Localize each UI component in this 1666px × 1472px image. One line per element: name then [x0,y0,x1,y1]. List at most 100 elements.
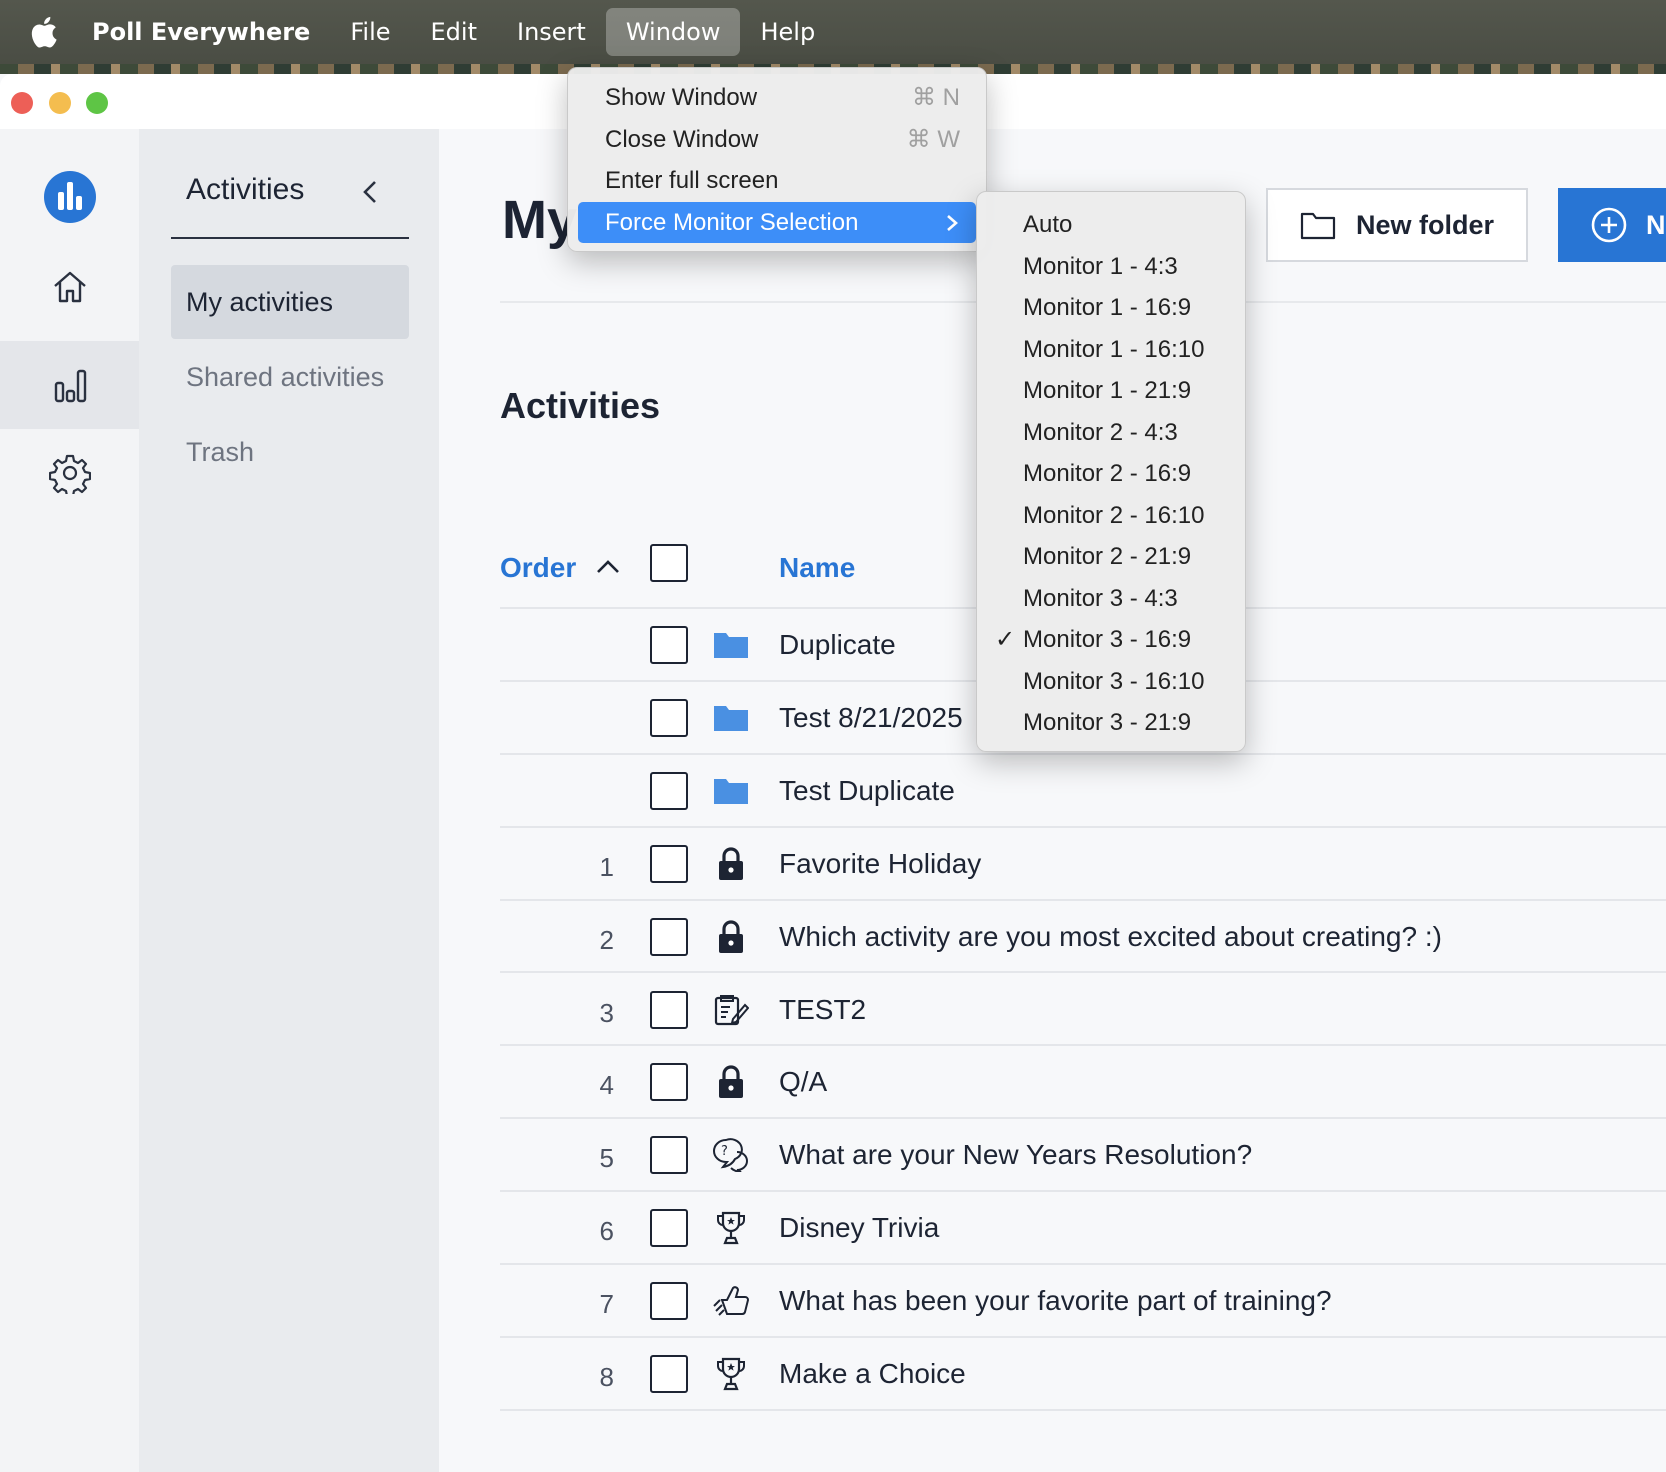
monitor-option[interactable]: Monitor 1 - 16:9 [977,287,1245,329]
monitor-option[interactable]: Monitor 2 - 16:10 [977,495,1245,537]
table-row[interactable]: 5? What are your New Years Resolution? [500,1119,1666,1193]
menu-window[interactable]: Window [605,8,741,56]
sidebar-item-shared-activities[interactable]: Shared activities [171,340,409,414]
monitor-option[interactable]: Monitor 1 - 16:10 [977,329,1245,371]
svg-text:?: ? [721,1144,728,1159]
monitor-option-label: Monitor 2 - 21:9 [1023,543,1192,570]
close-window-button[interactable] [11,92,33,114]
window-menu-dropdown: Show Window ⌘ N Close Window ⌘ W Enter f… [567,67,987,252]
monitor-option-label: Auto [1023,211,1073,238]
row-name[interactable]: Duplicate [779,629,896,661]
table-row[interactable]: 4 Q/A [500,1046,1666,1120]
row-checkbox[interactable] [650,844,688,883]
row-name[interactable]: Make a Choice [779,1358,966,1390]
menu-item-label: Close Window [605,125,759,153]
menu-item-label: Force Monitor Selection [605,208,859,236]
table-row[interactable]: 3 TEST2 [500,974,1666,1047]
menu-insert[interactable]: Insert [497,8,606,56]
table-row[interactable]: 6 Disney Trivia [500,1192,1666,1266]
sidebar-item-trash[interactable]: Trash [171,415,409,489]
apple-icon[interactable] [28,15,58,49]
row-checkbox[interactable] [650,771,688,810]
new-folder-label: New folder [1356,209,1495,240]
row-name[interactable]: Test Duplicate [779,775,955,807]
rail-home[interactable] [0,257,139,317]
monitor-option-label: Monitor 3 - 16:9 [1023,626,1192,653]
app-window: Activities My activities Shared activiti… [0,74,1666,1472]
activities-icon [54,369,86,403]
row-checkbox[interactable] [650,626,688,664]
monitor-option[interactable]: Monitor 3 - 16:10 [977,661,1245,703]
table-row[interactable]: 2 Which activity are you most excited abo… [500,901,1666,974]
table-row[interactable]: Test Duplicate [500,755,1666,828]
row-checkbox[interactable] [650,1209,688,1248]
minimize-window-button[interactable] [49,92,71,114]
row-checkbox[interactable] [650,990,688,1029]
monitor-option-label: Monitor 1 - 4:3 [1023,252,1178,280]
menu-item-show-window[interactable]: Show Window ⌘ N [578,77,976,119]
row-name[interactable]: Q/A [779,1066,827,1098]
thumbs-icon [710,1281,752,1321]
row-checkbox[interactable] [650,1282,688,1321]
plus-circle-icon [1591,207,1627,243]
row-order: 2 [599,924,614,955]
row-checkbox[interactable] [650,1355,688,1393]
zoom-window-button[interactable] [86,92,108,114]
table-row[interactable]: 1 Favorite Holiday [500,828,1666,901]
monitor-option[interactable]: Monitor 3 - 21:9 [977,702,1245,744]
row-name[interactable]: Which activity are you most excited abou… [779,921,1442,953]
order-column-header[interactable]: Order [500,552,576,584]
icon-rail [0,129,139,1472]
menu-help[interactable]: Help [740,8,835,56]
menu-edit[interactable]: Edit [411,8,497,56]
row-name[interactable]: Test 8/21/2025 [779,702,963,734]
monitor-option[interactable]: Monitor 1 - 4:3 [977,246,1245,288]
row-name[interactable]: Favorite Holiday [779,848,981,880]
menu-app-name[interactable]: Poll Everywhere [92,8,330,56]
rail-logo[interactable] [0,167,139,227]
row-name[interactable]: TEST2 [779,994,866,1026]
menu-item-shortcut: ⌘ W [906,125,960,153]
menu-item-force-monitor-selection[interactable]: Force Monitor Selection [578,201,976,243]
monitor-option[interactable]: Monitor 2 - 21:9 [977,536,1245,578]
menu-file[interactable]: File [330,8,410,56]
row-checkbox[interactable] [650,917,688,956]
monitor-option[interactable]: Monitor 3 - 4:3 [977,578,1245,620]
monitor-option[interactable]: Monitor 1 - 21:9 [977,370,1245,412]
table-row[interactable]: 7 What has been your favorite part of tra… [500,1265,1666,1338]
row-order: 5 [599,1143,614,1174]
menu-item-enter-full-screen[interactable]: Enter full screen [578,160,976,202]
row-name[interactable]: Disney Trivia [779,1212,939,1244]
select-all-checkbox[interactable] [650,544,688,582]
sidebar-item-my-activities[interactable]: My activities [171,265,409,339]
row-checkbox[interactable] [650,698,688,737]
row-checkbox[interactable] [650,1063,688,1102]
rail-activities[interactable] [0,341,139,429]
row-checkbox[interactable] [650,1136,688,1175]
menu-item-close-window[interactable]: Close Window ⌘ W [578,119,976,161]
row-name[interactable]: What are your New Years Resolution? [779,1139,1252,1171]
monitor-option[interactable]: Monitor 2 - 16:9 [977,453,1245,495]
sidebar-heading: Activities [186,173,305,206]
chevron-up-icon[interactable] [593,552,623,582]
collapse-sidebar-icon[interactable] [357,177,385,207]
row-order: 6 [599,1216,614,1247]
monitor-option-label: Monitor 1 - 21:9 [1023,377,1192,404]
monitor-option[interactable]: Auto [977,204,1245,246]
monitor-option[interactable]: Monitor 2 - 4:3 [977,412,1245,454]
new-folder-button[interactable]: New folder [1266,188,1528,262]
rail-settings[interactable] [0,443,139,503]
monitor-option-label: Monitor 2 - 4:3 [1023,418,1178,446]
monitor-option-label: Monitor 3 - 21:9 [1023,709,1192,736]
section-title: Activities [500,385,661,426]
name-column-header[interactable]: Name [779,552,855,584]
menu-item-label: Enter full screen [605,167,779,194]
settings-icon [48,454,91,494]
home-icon [53,271,86,303]
table-row[interactable]: 8 Make a Choice [500,1338,1666,1411]
sidebar-divider [171,237,409,239]
lock-icon [710,844,752,884]
new-activity-button[interactable]: N [1558,188,1666,262]
monitor-option[interactable]: ✓ Monitor 3 - 16:9 [977,619,1245,661]
row-name[interactable]: What has been your favorite part of trai… [779,1285,1332,1317]
